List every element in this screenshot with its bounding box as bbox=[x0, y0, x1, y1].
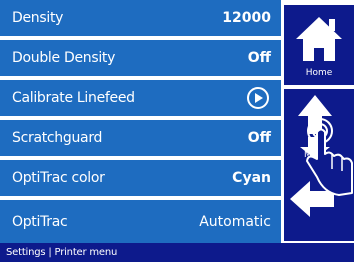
home-label: Home bbox=[305, 68, 333, 78]
setting-label: Calibrate Linefeed bbox=[12, 90, 135, 106]
setting-row-scratchguard[interactable]: Scratchguard Off bbox=[0, 120, 281, 158]
setting-label: Double Density bbox=[12, 50, 116, 66]
setting-row-optitrac[interactable]: OptiTrac Automatic bbox=[0, 200, 281, 243]
printer-screen: Density 12000 Double Density Off Calibra… bbox=[0, 0, 354, 262]
setting-value: Automatic bbox=[199, 213, 271, 230]
setting-label: OptiTrac bbox=[12, 213, 68, 230]
touch-hand-icon bbox=[306, 118, 353, 196]
setting-label: Scratchguard bbox=[12, 130, 103, 146]
setting-row-calibrate-linefeed[interactable]: Calibrate Linefeed bbox=[0, 80, 281, 118]
setting-label: Density bbox=[12, 10, 64, 26]
setting-row-optitrac-color[interactable]: OptiTrac color Cyan bbox=[0, 160, 281, 198]
setting-value: Cyan bbox=[232, 170, 271, 186]
nav-column: Home Move bbox=[281, 0, 354, 243]
setting-value: Off bbox=[247, 50, 271, 66]
setting-value: 12000 bbox=[222, 10, 271, 26]
breadcrumb: Settings | Printer menu bbox=[6, 247, 118, 258]
setting-value: Off bbox=[247, 130, 271, 146]
setting-row-density[interactable]: Density 12000 bbox=[0, 0, 281, 38]
settings-list: Density 12000 Double Density Off Calibra… bbox=[0, 0, 281, 243]
play-icon[interactable] bbox=[247, 87, 269, 109]
setting-row-double-density[interactable]: Double Density Off bbox=[0, 40, 281, 78]
home-button[interactable]: Home bbox=[284, 5, 354, 85]
setting-label: OptiTrac color bbox=[12, 170, 105, 186]
move-button[interactable]: Move bbox=[284, 89, 354, 241]
status-bar: Settings | Printer menu bbox=[0, 243, 354, 262]
